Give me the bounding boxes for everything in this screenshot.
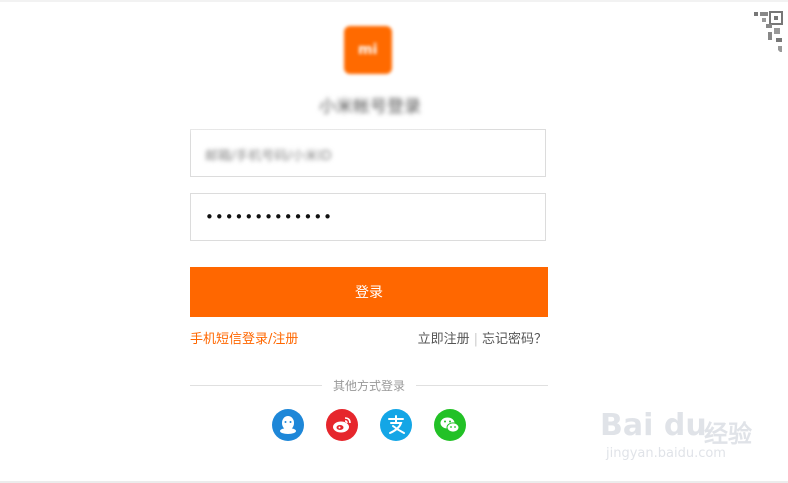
brand-logo: mi bbox=[344, 26, 392, 74]
password-input[interactable] bbox=[191, 194, 545, 240]
watermark-brand: Bai du bbox=[600, 408, 707, 443]
password-field[interactable] bbox=[190, 193, 546, 241]
divider-right bbox=[416, 385, 548, 386]
top-fade-overlay bbox=[170, 120, 470, 134]
watermark-label: 经验 bbox=[704, 420, 752, 448]
baidu-jingyan-watermark: Bai du 经验 jingyan.baidu.com bbox=[600, 400, 770, 470]
forgot-password-link[interactable]: 忘记密码？ bbox=[482, 332, 547, 347]
account-field-text: 邮箱/手机号码/小米ID bbox=[205, 149, 332, 164]
sms-login-link[interactable]: 手机短信登录/注册 bbox=[190, 328, 298, 347]
login-button[interactable]: 登录 bbox=[190, 267, 548, 317]
wechat-login-icon[interactable] bbox=[434, 409, 466, 441]
page-title: 小米帐号登录 bbox=[319, 97, 421, 117]
qr-code-corner-icon[interactable] bbox=[738, 10, 786, 58]
divider-left bbox=[190, 385, 322, 386]
weibo-login-icon[interactable] bbox=[326, 409, 358, 441]
other-login-label: 其他方式登录 bbox=[332, 379, 405, 393]
logo-mark: mi bbox=[358, 42, 378, 58]
account-links: 立即注册 | 忘记密码？ bbox=[418, 328, 547, 347]
alipay-login-icon[interactable] bbox=[380, 409, 412, 441]
link-separator: | bbox=[473, 332, 478, 347]
watermark-url: jingyan.baidu.com bbox=[606, 446, 726, 461]
register-link[interactable]: 立即注册 bbox=[418, 332, 470, 347]
qq-login-icon[interactable] bbox=[272, 409, 304, 441]
top-divider bbox=[0, 0, 788, 2]
account-field[interactable]: 邮箱/手机号码/小米ID bbox=[190, 129, 546, 177]
